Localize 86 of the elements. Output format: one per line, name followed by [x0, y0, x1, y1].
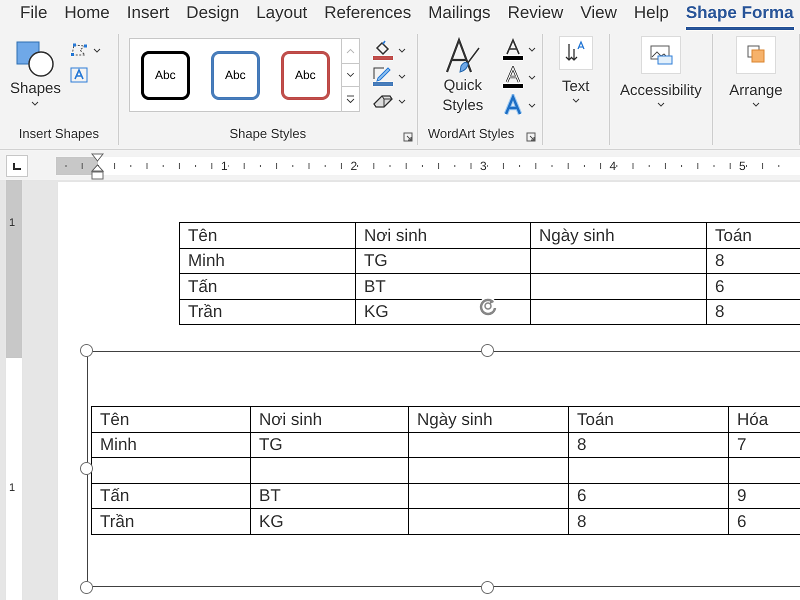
text-box[interactable]: Tên Nơi sinh Ngày sinh Toán Hóa Minh TG 8 7 Tấn BT 6 9 Trần KG 8 6 [87, 351, 800, 587]
paint-bucket-icon [372, 40, 394, 60]
text-outline-button[interactable] [502, 66, 536, 88]
ruler-number: 1 [9, 217, 16, 229]
ribbon-tab[interactable]: Help [634, 0, 669, 30]
shape-style-preview[interactable]: Abc [210, 50, 260, 100]
alt-text-icon [640, 36, 681, 74]
table-cell: Minh [180, 248, 356, 274]
ribbon-tab[interactable]: Home [64, 0, 110, 30]
tab-stop-selector[interactable] [6, 155, 28, 177]
table-cell: Hóa [728, 406, 800, 432]
caret-icon [528, 46, 536, 52]
ribbon-tab[interactable]: Mailings [428, 0, 491, 30]
dialog-launcher-icon[interactable] [526, 132, 536, 142]
table-cell: Ngày sinh [408, 406, 568, 432]
ribbon-tab[interactable]: Layout [256, 0, 308, 30]
caret-icon [398, 98, 406, 104]
shape-style-preview[interactable]: Abc [280, 50, 330, 100]
group-label: WordArt Styles [428, 124, 514, 143]
table-cell: Nơi sinh [356, 222, 530, 248]
ribbon-tab[interactable]: Review [508, 0, 564, 30]
table-cell: Tấn [180, 274, 356, 299]
caret-icon [528, 74, 536, 80]
caret-icon [572, 98, 580, 103]
table-cell: Tên [92, 406, 250, 432]
table-cell: 8 [568, 508, 728, 534]
resize-handle[interactable] [80, 581, 93, 594]
table-cell: Minh [92, 432, 250, 458]
table-cell: Trần [92, 508, 250, 534]
table-cell: 8 [568, 432, 728, 458]
caret-icon [31, 100, 40, 106]
shapes-icon [15, 40, 56, 78]
resize-handle[interactable] [481, 581, 494, 594]
ribbon-tab[interactable]: File [20, 0, 48, 30]
ribbon-tab[interactable]: View [580, 0, 617, 30]
letter-a-underline-icon [502, 38, 524, 60]
indent-marker-icon[interactable] [91, 153, 104, 181]
shape-outline-button[interactable] [372, 66, 406, 86]
caret-icon [398, 48, 406, 52]
text-button[interactable]: Text [558, 34, 593, 103]
table-cell: BT [356, 274, 530, 299]
shape-fill-button[interactable] [372, 40, 406, 60]
table-cell: TG [250, 432, 408, 458]
group-label: Insert Shapes [18, 124, 100, 143]
caret-icon [656, 102, 665, 107]
resize-handle[interactable] [481, 344, 494, 357]
layers-icon [736, 36, 776, 74]
table-cell: Tấn [92, 483, 250, 508]
table-cell: TG [356, 248, 530, 274]
ribbon-tab[interactable]: Design [186, 0, 240, 30]
shape-style-preview[interactable]: Abc [140, 50, 190, 100]
text-box-icon[interactable] [68, 66, 89, 84]
edit-shape-icon [68, 42, 89, 58]
table-cell: KG [250, 508, 408, 534]
edit-shape-button[interactable] [68, 42, 101, 58]
table-cell: Toán [706, 222, 800, 248]
group-label: Shape Styles [230, 124, 306, 143]
resize-handle[interactable] [80, 462, 93, 475]
table-cell: Trần [180, 299, 356, 324]
caret-icon [528, 102, 536, 108]
table-cell: 6 [568, 483, 728, 508]
text-direction-icon [558, 36, 593, 70]
ribbon-tab[interactable]: Shape Forma [686, 0, 794, 30]
table-cell: Ngày sinh [530, 222, 706, 248]
table-cell: Toán [568, 406, 728, 432]
left-tab-icon [13, 163, 21, 170]
ribbon-tab[interactable]: References [324, 0, 412, 30]
text-fill-button[interactable] [502, 38, 536, 60]
caret-icon [398, 74, 406, 78]
caret-icon [752, 102, 760, 107]
arrange-button[interactable]: Arrange [729, 34, 783, 107]
resize-handle[interactable] [80, 344, 93, 357]
table-cell: Nơi sinh [250, 406, 408, 432]
text-effects-button[interactable] [502, 94, 536, 116]
table-cell: BT [250, 483, 408, 508]
shapes-button[interactable]: Shapes [10, 40, 61, 124]
glowing-letter-a-icon [502, 94, 524, 116]
outlined-letter-a-icon [502, 66, 524, 88]
pen-icon [372, 66, 394, 86]
dialog-launcher-icon[interactable] [402, 132, 413, 142]
ribbon-tab[interactable]: Insert [126, 0, 170, 30]
caret-icon [92, 48, 101, 52]
ruler-number: 1 [9, 482, 16, 494]
accessibility-button[interactable]: Accessibility [620, 34, 702, 107]
quick-styles-button[interactable]: Quick Styles [432, 36, 494, 124]
table-cell: Tên [180, 222, 356, 248]
